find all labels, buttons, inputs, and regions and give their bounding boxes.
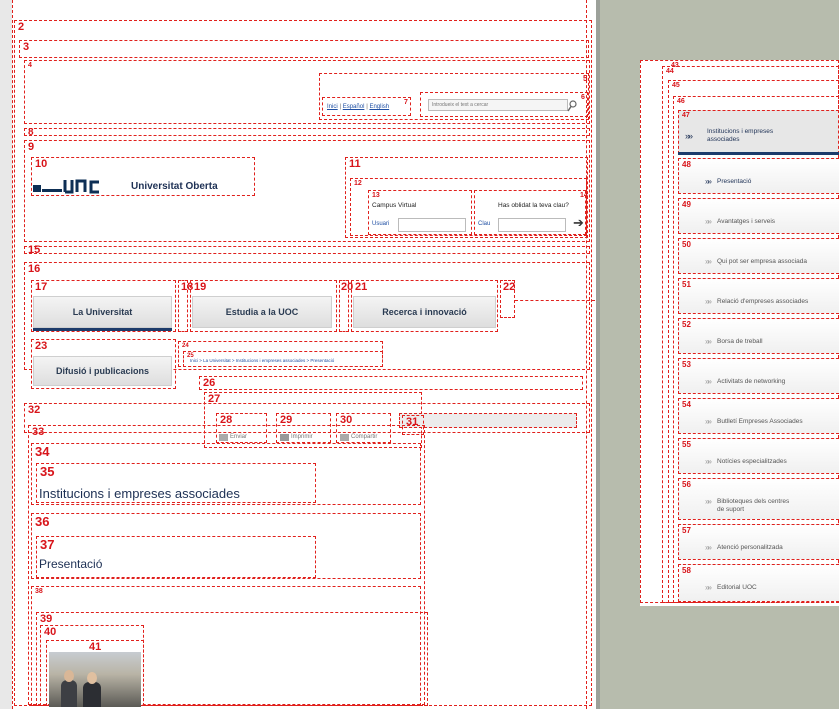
item-number: 49 <box>682 200 691 209</box>
page-subtitle: Presentació <box>39 557 103 571</box>
sidebar-header[interactable]: Institucions i empreses associades <box>707 128 787 145</box>
page-title: Institucions i empreses associades <box>39 486 240 501</box>
edge-line-left <box>12 0 13 709</box>
uoc-logo-icon <box>33 179 99 194</box>
nav-recerca[interactable]: Recerca i innovació <box>353 296 496 328</box>
item-number: 54 <box>682 400 691 409</box>
sidebar-item-label: Butlletí Empreses Associades <box>717 418 803 425</box>
item-number: 51 <box>682 280 691 289</box>
edge-line-right <box>586 0 587 709</box>
box-26: 26 <box>199 376 583 390</box>
sidebar-item-label: Notícies especialitzades <box>717 458 787 465</box>
connector-line <box>515 300 595 301</box>
chevron-right-icon: »» <box>705 377 712 386</box>
item-number: 53 <box>682 360 691 369</box>
item-number: 50 <box>682 240 691 249</box>
chevron-right-icon: »» <box>705 417 712 426</box>
nav-estudia[interactable]: Estudia a la UOC <box>192 296 332 328</box>
user-label: Usuari <box>372 221 390 227</box>
uoc-logo[interactable] <box>33 178 125 199</box>
sidebar-item-label: Biblioteques dels centres de suport <box>717 498 790 514</box>
chevron-right-icon: »» <box>705 337 712 346</box>
item-number: 48 <box>682 160 691 169</box>
sidebar-item-label: Editorial UOC <box>717 584 757 591</box>
logo-name: Universitat Oberta <box>131 181 218 192</box>
key-input[interactable] <box>498 218 566 232</box>
chevron-right-icon: »» <box>705 217 712 226</box>
box-18: 18 <box>178 280 193 332</box>
sidebar-item-label: Presentació <box>717 178 752 185</box>
sidebar-item-relacio[interactable]: 51 »» Relació d'empreses associades <box>678 278 839 314</box>
link-english[interactable]: English <box>369 104 389 110</box>
sidebar-item-presentacio[interactable]: 48 »» Presentació <box>678 158 839 194</box>
language-links: Inici | Español | English <box>327 104 390 110</box>
campus-title: Campus Virtual <box>372 202 417 209</box>
sidebar-item-label: Avantatges i serveis <box>717 218 776 225</box>
link-inici[interactable]: Inici <box>327 104 338 110</box>
chevron-right-icon: »» <box>705 497 712 506</box>
sidebar-item-biblioteques[interactable]: 56 »» Biblioteques dels centres de supor… <box>678 478 839 520</box>
people-photo <box>49 652 141 707</box>
sidebar-item-butlleti[interactable]: 54 »» Butlletí Empreses Associades <box>678 398 839 434</box>
breadcrumb[interactable]: Inici > La Universitat > Institucions i … <box>190 358 334 363</box>
item-number: 57 <box>682 526 691 535</box>
sidebar-item-avantatges[interactable]: 49 »» Avantatges i serveis <box>678 198 839 234</box>
search-icon[interactable] <box>567 99 577 112</box>
sidebar-item-qui-pot[interactable]: 50 »» Qui pot ser empresa associada <box>678 238 839 274</box>
box-15: 15 <box>24 245 590 256</box>
sidebar-item-label: Qui pot ser empresa associada <box>717 258 807 265</box>
item-number: 56 <box>682 480 691 489</box>
key-label: Clau <box>478 221 491 227</box>
box-8: 8 <box>24 128 590 138</box>
box-22: 22 <box>500 280 515 318</box>
sidebar-item-label: Atenció personalitzada <box>717 544 783 551</box>
forgot-key-link[interactable]: Has oblidat la teva clau? <box>498 202 569 209</box>
sidebar-item-networking[interactable]: 53 »» Activitats de networking <box>678 358 839 394</box>
sidebar-item-label: Activitats de networking <box>717 378 786 385</box>
login-arrow-icon[interactable]: ➔ <box>573 216 584 229</box>
active-tab-indicator <box>33 328 172 331</box>
box-3: 3 <box>19 40 589 58</box>
chevron-right-icon: »» <box>705 583 712 592</box>
user-input[interactable] <box>398 218 466 232</box>
item-number: 58 <box>682 566 691 575</box>
sidebar-item-label: Borsa de treball <box>717 338 763 345</box>
sidebar-header-underline <box>678 152 839 155</box>
chevron-right-icon: »» <box>705 457 712 466</box>
sidebar-item-label: Relació d'empreses associades <box>717 298 809 305</box>
item-number: 52 <box>682 320 691 329</box>
page-gutter <box>596 0 600 709</box>
chevron-right-icon: »» <box>705 257 712 266</box>
sidebar-item-editorial[interactable]: 58 »» Editorial UOC <box>678 564 839 602</box>
sidebar-item-atencio[interactable]: 57 »» Atenció personalitzada <box>678 524 839 560</box>
chevron-right-icon: »» <box>705 177 712 186</box>
left-edge-strip <box>0 0 12 709</box>
chevron-right-icon: »» <box>705 543 712 552</box>
nav-difusio[interactable]: Difusió i publicacions <box>33 356 172 386</box>
item-number: 55 <box>682 440 691 449</box>
sidebar-item-borsa[interactable]: 52 »» Borsa de treball <box>678 318 839 354</box>
search-input[interactable] <box>428 99 568 111</box>
link-espanol[interactable]: Español <box>343 104 365 110</box>
nav-la-universitat[interactable]: La Universitat <box>33 296 172 328</box>
box-20: 20 <box>339 280 353 332</box>
sidebar-item-noticies[interactable]: 55 »» Notícies especialitzades <box>678 438 839 474</box>
chevron-right-icon: »» <box>705 297 712 306</box>
sidebar-header-arrow-icon: »» <box>685 131 693 141</box>
